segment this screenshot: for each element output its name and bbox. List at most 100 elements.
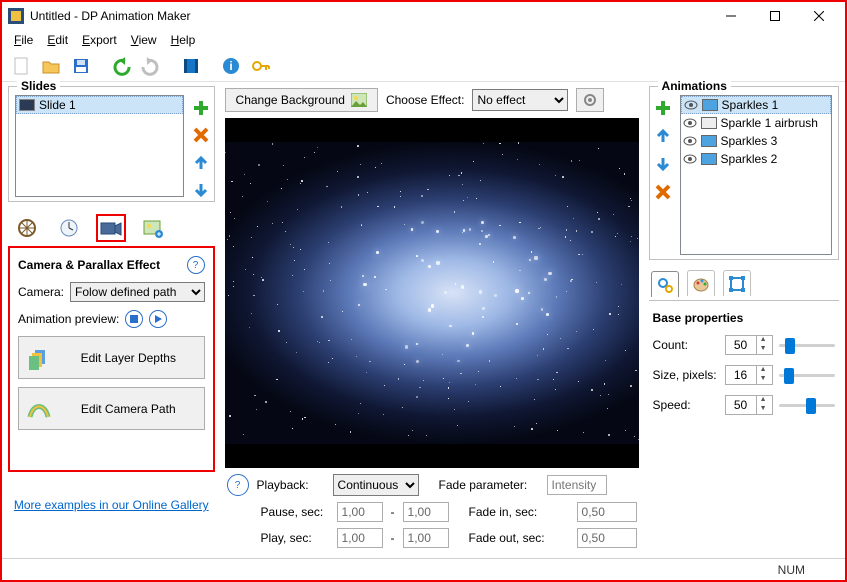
animation-row[interactable]: Sparkle 1 airbrush bbox=[681, 114, 831, 132]
pause-to-input[interactable] bbox=[403, 502, 449, 522]
animation-label: Sparkles 3 bbox=[721, 134, 778, 148]
dash: - bbox=[391, 505, 395, 519]
play-from-input[interactable] bbox=[337, 528, 383, 548]
pause-label: Pause, sec: bbox=[261, 505, 329, 519]
maximize-button[interactable] bbox=[753, 2, 797, 30]
menu-export[interactable]: Export bbox=[76, 31, 123, 49]
main-area: Slides Slide 1 Camera & Parallax bbox=[2, 82, 845, 558]
count-input[interactable] bbox=[726, 338, 756, 352]
speed-spinner[interactable]: ▲▼ bbox=[725, 395, 773, 415]
playback-mode-select[interactable]: Continuous bbox=[333, 474, 419, 496]
menu-help[interactable]: Help bbox=[165, 31, 202, 49]
right-panel: Animations Sparkles 1Sparkle 1 airbrushS… bbox=[643, 82, 845, 558]
layer-icon bbox=[702, 99, 718, 111]
menu-view[interactable]: View bbox=[125, 31, 163, 49]
fade-param-input[interactable] bbox=[547, 475, 607, 495]
open-button[interactable] bbox=[38, 53, 64, 79]
key-button[interactable] bbox=[248, 53, 274, 79]
slides-legend: Slides bbox=[17, 79, 60, 93]
tab-clock[interactable] bbox=[54, 214, 84, 242]
add-animation-button[interactable] bbox=[652, 97, 674, 119]
center-panel: Change Background Choose Effect: No effe… bbox=[221, 82, 643, 558]
edit-layer-depths-button[interactable]: Edit Layer Depths bbox=[18, 336, 205, 379]
change-background-button[interactable]: Change Background bbox=[225, 88, 378, 112]
save-button[interactable] bbox=[68, 53, 94, 79]
redo-button[interactable] bbox=[138, 53, 164, 79]
tab-wheel[interactable] bbox=[12, 214, 42, 242]
close-button[interactable] bbox=[797, 2, 841, 30]
animation-label: Sparkles 2 bbox=[721, 152, 778, 166]
animation-preview-label: Animation preview: bbox=[18, 312, 119, 326]
property-tabs bbox=[649, 266, 839, 300]
preview-play-button[interactable] bbox=[149, 310, 167, 328]
tab-image-add[interactable] bbox=[138, 214, 168, 242]
preview-stop-button[interactable] bbox=[125, 310, 143, 328]
move-animation-down-button[interactable] bbox=[652, 153, 674, 175]
gallery-link[interactable]: More examples in our Online Gallery bbox=[8, 498, 215, 512]
tab-bounds-props[interactable] bbox=[723, 270, 751, 296]
delete-slide-button[interactable] bbox=[190, 125, 212, 147]
brush-icon bbox=[701, 117, 717, 129]
choose-effect-label: Choose Effect: bbox=[386, 93, 465, 107]
playback-help-icon[interactable]: ? bbox=[227, 474, 249, 496]
tab-color-props[interactable] bbox=[687, 270, 715, 296]
add-slide-button[interactable] bbox=[190, 97, 212, 119]
count-spinner[interactable]: ▲▼ bbox=[725, 335, 773, 355]
menu-file[interactable]: File bbox=[8, 31, 39, 49]
fade-param-label: Fade parameter: bbox=[439, 478, 539, 492]
visibility-icon[interactable] bbox=[683, 118, 697, 128]
tab-base-props[interactable] bbox=[651, 271, 679, 297]
move-animation-up-button[interactable] bbox=[652, 125, 674, 147]
left-panel: Slides Slide 1 Camera & Parallax bbox=[2, 82, 221, 558]
slides-list[interactable]: Slide 1 bbox=[15, 95, 184, 197]
speed-slider[interactable] bbox=[779, 396, 835, 414]
svg-text:i: i bbox=[229, 59, 232, 73]
move-slide-down-button[interactable] bbox=[190, 180, 212, 202]
change-background-label: Change Background bbox=[236, 93, 345, 107]
count-label: Count: bbox=[653, 338, 719, 352]
visibility-icon[interactable] bbox=[683, 154, 697, 164]
delete-animation-button[interactable] bbox=[652, 181, 674, 203]
speed-label: Speed: bbox=[653, 398, 719, 412]
info-button[interactable]: i bbox=[218, 53, 244, 79]
toolbar: i bbox=[2, 50, 845, 82]
new-button[interactable] bbox=[8, 53, 34, 79]
effect-select[interactable]: No effect bbox=[472, 89, 568, 111]
size-slider[interactable] bbox=[779, 366, 835, 384]
path-icon bbox=[27, 397, 51, 421]
menu-bar: File Edit Export View Help bbox=[2, 30, 845, 50]
animation-row[interactable]: Sparkles 3 bbox=[681, 132, 831, 150]
edit-camera-path-button[interactable]: Edit Camera Path bbox=[18, 387, 205, 430]
size-label: Size, pixels: bbox=[653, 368, 719, 382]
tab-camera[interactable] bbox=[96, 214, 126, 242]
preview-canvas[interactable] bbox=[225, 118, 639, 468]
undo-button[interactable] bbox=[108, 53, 134, 79]
slide-thumb-icon bbox=[19, 99, 35, 111]
count-slider[interactable] bbox=[779, 336, 835, 354]
minimize-button[interactable] bbox=[709, 2, 753, 30]
speed-input[interactable] bbox=[726, 398, 756, 412]
size-spinner[interactable]: ▲▼ bbox=[725, 365, 773, 385]
animations-list[interactable]: Sparkles 1Sparkle 1 airbrush Sparkles 3 Sp… bbox=[680, 95, 832, 255]
export-video-button[interactable] bbox=[178, 53, 204, 79]
slides-side-buttons bbox=[188, 87, 214, 201]
help-icon[interactable]: ? bbox=[187, 256, 205, 274]
move-slide-up-button[interactable] bbox=[190, 152, 212, 174]
animations-fieldset: Animations Sparkles 1Sparkle 1 airbrushS… bbox=[649, 86, 839, 260]
visibility-icon[interactable] bbox=[684, 100, 698, 110]
fade-in-input[interactable] bbox=[577, 502, 637, 522]
size-input[interactable] bbox=[726, 368, 756, 382]
effect-settings-button[interactable] bbox=[576, 88, 604, 112]
starfield-image bbox=[225, 142, 639, 444]
slide-row[interactable]: Slide 1 bbox=[16, 96, 183, 114]
play-to-input[interactable] bbox=[403, 528, 449, 548]
fade-out-input[interactable] bbox=[577, 528, 637, 548]
animation-row[interactable]: Sparkles 1 bbox=[681, 96, 831, 114]
visibility-icon[interactable] bbox=[683, 136, 697, 146]
slides-fieldset: Slides Slide 1 bbox=[8, 86, 215, 202]
pause-from-input[interactable] bbox=[337, 502, 383, 522]
menu-edit[interactable]: Edit bbox=[41, 31, 74, 49]
camera-select[interactable]: Folow defined path bbox=[70, 282, 205, 302]
animation-row[interactable]: Sparkles 2 bbox=[681, 150, 831, 168]
camera-panel-title: Camera & Parallax Effect bbox=[18, 258, 160, 272]
